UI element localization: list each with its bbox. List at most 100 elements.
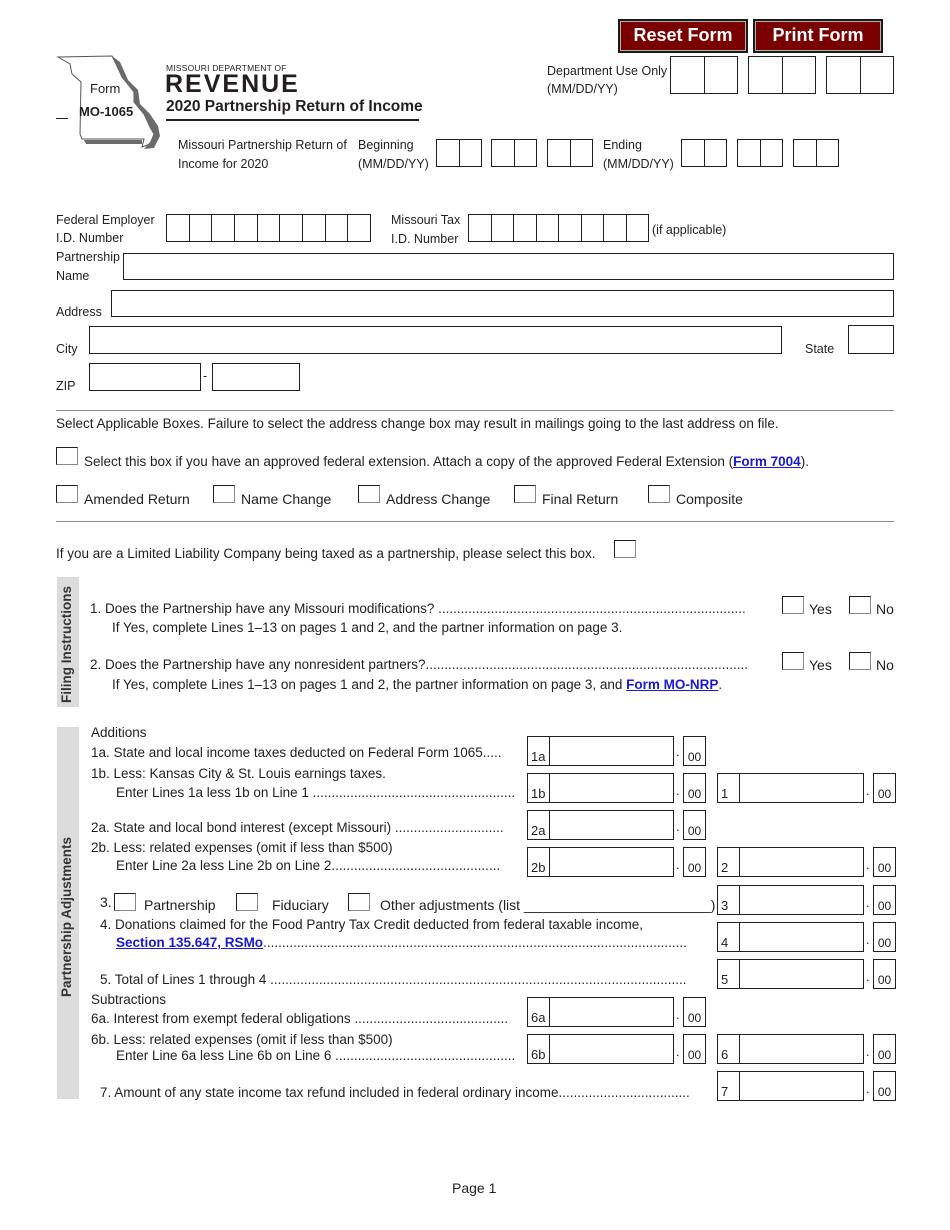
line-1-input[interactable]: 1 <box>717 773 864 803</box>
decimal-point: . <box>676 819 680 834</box>
line-3-other-checkbox[interactable] <box>348 893 370 911</box>
line-2-box-label: 2 <box>718 848 740 876</box>
line-2-input[interactable]: 2 <box>717 847 864 877</box>
q1-yes-label: Yes <box>809 601 832 617</box>
composite-checkbox[interactable] <box>648 485 670 503</box>
subtitle-line1: Missouri Partnership Return of <box>178 138 347 152</box>
decimal-point: . <box>866 1044 870 1059</box>
missouri-map-icon <box>56 55 160 149</box>
dept-use-day-field[interactable] <box>748 56 816 94</box>
line-5-box-label: 5 <box>718 960 740 988</box>
beginning-format: (MM/DD/YY) <box>358 157 429 171</box>
name-change-checkbox[interactable] <box>213 485 235 503</box>
form-word: Form <box>90 81 121 96</box>
missouri-tax-id-field[interactable] <box>468 214 649 242</box>
motax-label-line2: I.D. Number <box>391 232 459 246</box>
line-6b-input[interactable]: 6b <box>527 1034 674 1064</box>
page-number: Page 1 <box>452 1180 497 1196</box>
zip-plus4-input[interactable] <box>212 363 300 391</box>
decimal-point: . <box>676 1007 680 1022</box>
section-divider <box>56 410 894 411</box>
form-7004-link[interactable]: Form 7004 <box>733 454 801 469</box>
decimal-point: . <box>676 783 680 798</box>
line-4-link-row: Section 135.647, RSMo...................… <box>116 934 712 952</box>
extension-checkbox[interactable] <box>56 447 78 465</box>
city-input[interactable] <box>89 326 782 354</box>
title-underline <box>166 119 419 121</box>
question-2: 2. Does the Partnership have any nonresi… <box>90 657 749 672</box>
zip-input[interactable] <box>89 363 201 391</box>
address-input[interactable] <box>111 290 894 317</box>
fein-field[interactable] <box>166 214 371 242</box>
line-2b-input[interactable]: 2b <box>527 847 674 877</box>
partnership-name-input[interactable] <box>123 253 894 280</box>
decimal-point: . <box>866 895 870 910</box>
line-1b-box-label: 1b <box>528 774 550 802</box>
line-7-input[interactable]: 7 <box>717 1071 864 1101</box>
ending-month-field[interactable] <box>681 139 727 167</box>
ending-year-field[interactable] <box>793 139 839 167</box>
line-6-input[interactable]: 6 <box>717 1034 864 1064</box>
line-1-box-label: 1 <box>718 774 740 802</box>
beginning-year-field[interactable] <box>547 139 593 167</box>
state-input[interactable] <box>848 325 894 354</box>
line-6a-box-label: 6a <box>528 998 550 1026</box>
line-2b-cents: 00 <box>683 847 706 877</box>
line-1b-instruction: Enter Lines 1a less 1b on Line 1 .......… <box>116 785 516 800</box>
reset-form-button[interactable]: Reset Form <box>618 19 748 53</box>
question-2-end: . <box>718 677 723 692</box>
beginning-month-field[interactable] <box>436 139 482 167</box>
section-135-647-link[interactable]: Section 135.647, RSMo <box>116 935 263 950</box>
fein-label-line2: I.D. Number <box>56 231 124 245</box>
dept-logo: REVENUE <box>165 70 300 98</box>
line-3-cents: 00 <box>873 885 896 915</box>
line-2b-instruction: Enter Line 2a less Line 2b on Line 2....… <box>116 858 501 873</box>
line-3-input[interactable]: 3 <box>717 885 864 915</box>
final-return-checkbox[interactable] <box>514 485 536 503</box>
divider-mark <box>56 118 68 119</box>
name-change-label: Name Change <box>241 491 332 507</box>
q2-yes-checkbox[interactable] <box>782 652 804 670</box>
beginning-day-field[interactable] <box>491 139 537 167</box>
line-5-input[interactable]: 5 <box>717 959 864 989</box>
partnership-name-label-line1: Partnership <box>56 250 120 264</box>
line-4-input[interactable]: 4 <box>717 922 864 952</box>
dept-use-month-field[interactable] <box>670 56 738 94</box>
form-title: 2020 Partnership Return of Income <box>166 98 423 115</box>
address-change-checkbox[interactable] <box>358 485 380 503</box>
ending-day-field[interactable] <box>737 139 783 167</box>
zip-label: ZIP <box>56 379 76 393</box>
line-6b-instruction: Enter Line 6a less Line 6b on Line 6 ...… <box>116 1048 516 1063</box>
q1-no-checkbox[interactable] <box>849 596 871 614</box>
line-3-other-label: Other adjustments (list ________________… <box>380 897 716 913</box>
line-6a-input[interactable]: 6a <box>527 997 674 1027</box>
line-6b-cents: 00 <box>683 1034 706 1064</box>
line-3-partnership-checkbox[interactable] <box>114 893 136 911</box>
line-3-partnership-label: Partnership <box>144 897 216 913</box>
dept-use-year-field[interactable] <box>826 56 894 94</box>
line-1b-input[interactable]: 1b <box>527 773 674 803</box>
line-1b-cents: 00 <box>683 773 706 803</box>
q1-yes-checkbox[interactable] <box>782 596 804 614</box>
line-1a-input[interactable]: 1a <box>527 736 674 766</box>
llc-checkbox[interactable] <box>614 540 636 558</box>
form-mo-nrp-link[interactable]: Form MO-NRP <box>626 677 718 692</box>
amended-return-checkbox[interactable] <box>56 485 78 503</box>
question-2-note: If Yes, complete Lines 1–13 on pages 1 a… <box>112 677 627 692</box>
q1-no-label: No <box>876 601 894 617</box>
motax-label-line1: Missouri Tax <box>391 213 461 227</box>
decimal-point: . <box>676 857 680 872</box>
line-6a-cents: 00 <box>683 997 706 1027</box>
decimal-point: . <box>676 744 680 759</box>
form-number: MO-1065 <box>79 104 134 119</box>
line-1a-box-label: 1a <box>528 737 550 765</box>
q2-no-checkbox[interactable] <box>849 652 871 670</box>
print-form-button[interactable]: Print Form <box>753 19 883 53</box>
line-2a-input[interactable]: 2a <box>527 810 674 840</box>
amended-return-label: Amended Return <box>84 491 190 507</box>
line-3-fiduciary-checkbox[interactable] <box>236 893 258 911</box>
line-2a-box-label: 2a <box>528 811 550 839</box>
decimal-point: . <box>866 932 870 947</box>
state-label: State <box>805 342 835 356</box>
applicable-instruction: Select Applicable Boxes. Failure to sele… <box>56 416 779 431</box>
